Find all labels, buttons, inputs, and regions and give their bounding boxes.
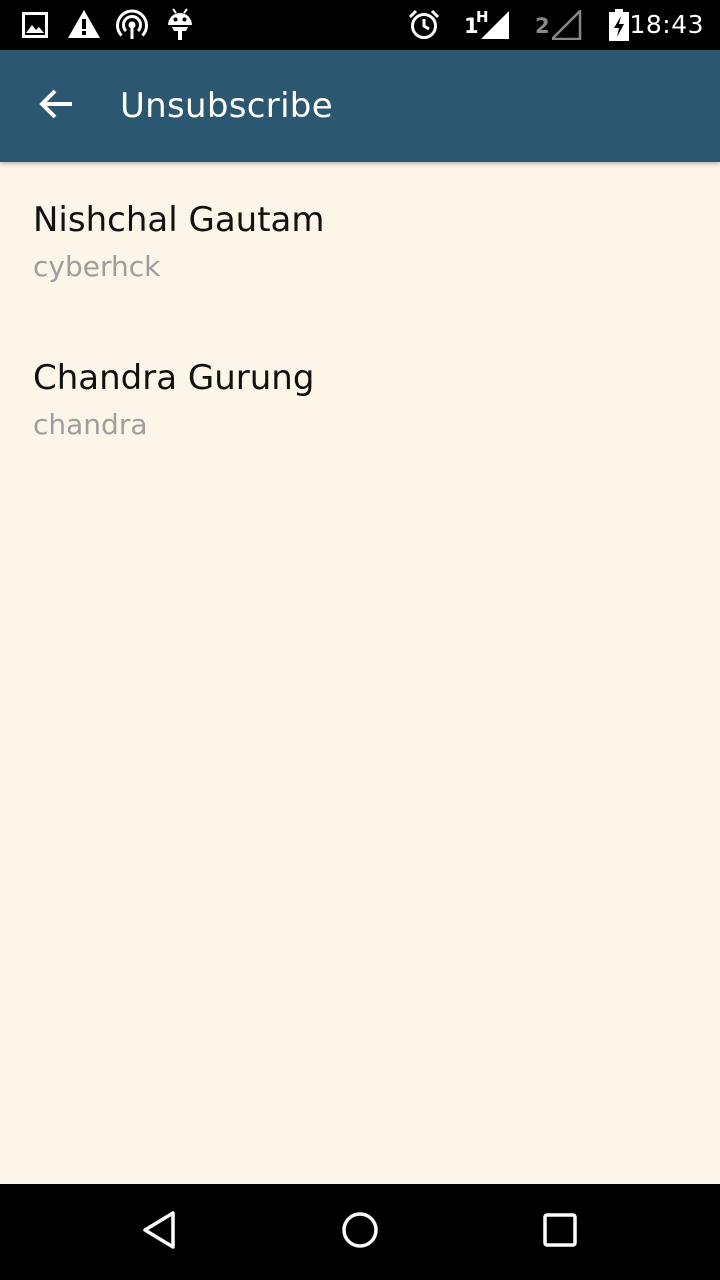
navigation-bar [0, 1184, 720, 1280]
back-icon [140, 1210, 180, 1254]
nav-home-button[interactable] [330, 1202, 390, 1262]
list-item[interactable]: Chandra Gurung chandra [0, 320, 720, 478]
list-item-name: Chandra Gurung [33, 358, 315, 398]
alarm-icon [408, 9, 440, 45]
nav-recents-button[interactable] [530, 1202, 590, 1262]
recents-icon [540, 1210, 580, 1254]
home-icon [340, 1210, 380, 1254]
signal-empty-icon [548, 7, 582, 44]
battery-charging-icon [609, 9, 629, 45]
app-bar: Unsubscribe [0, 50, 720, 162]
subscription-list: Nishchal Gautam cyberhck Chandra Gurung … [0, 162, 720, 478]
warning-icon [67, 9, 101, 43]
list-item-username: chandra [33, 408, 148, 441]
list-item-name: Nishchal Gautam [33, 200, 325, 240]
back-button[interactable] [24, 74, 88, 138]
page-title: Unsubscribe [120, 86, 333, 126]
android-icon [166, 7, 194, 45]
list-item[interactable]: Nishchal Gautam cyberhck [0, 162, 720, 320]
hotspot-icon [116, 9, 148, 45]
image-icon [22, 12, 48, 42]
status-bar: 1 H 2 18:43 [0, 0, 720, 50]
nav-back-button[interactable] [130, 1202, 190, 1262]
sim2-label: 2 [535, 14, 550, 38]
arrow-back-icon [38, 86, 74, 126]
clock-time: 18:43 [629, 10, 704, 39]
list-item-username: cyberhck [33, 250, 161, 283]
signal-icon [481, 10, 511, 44]
